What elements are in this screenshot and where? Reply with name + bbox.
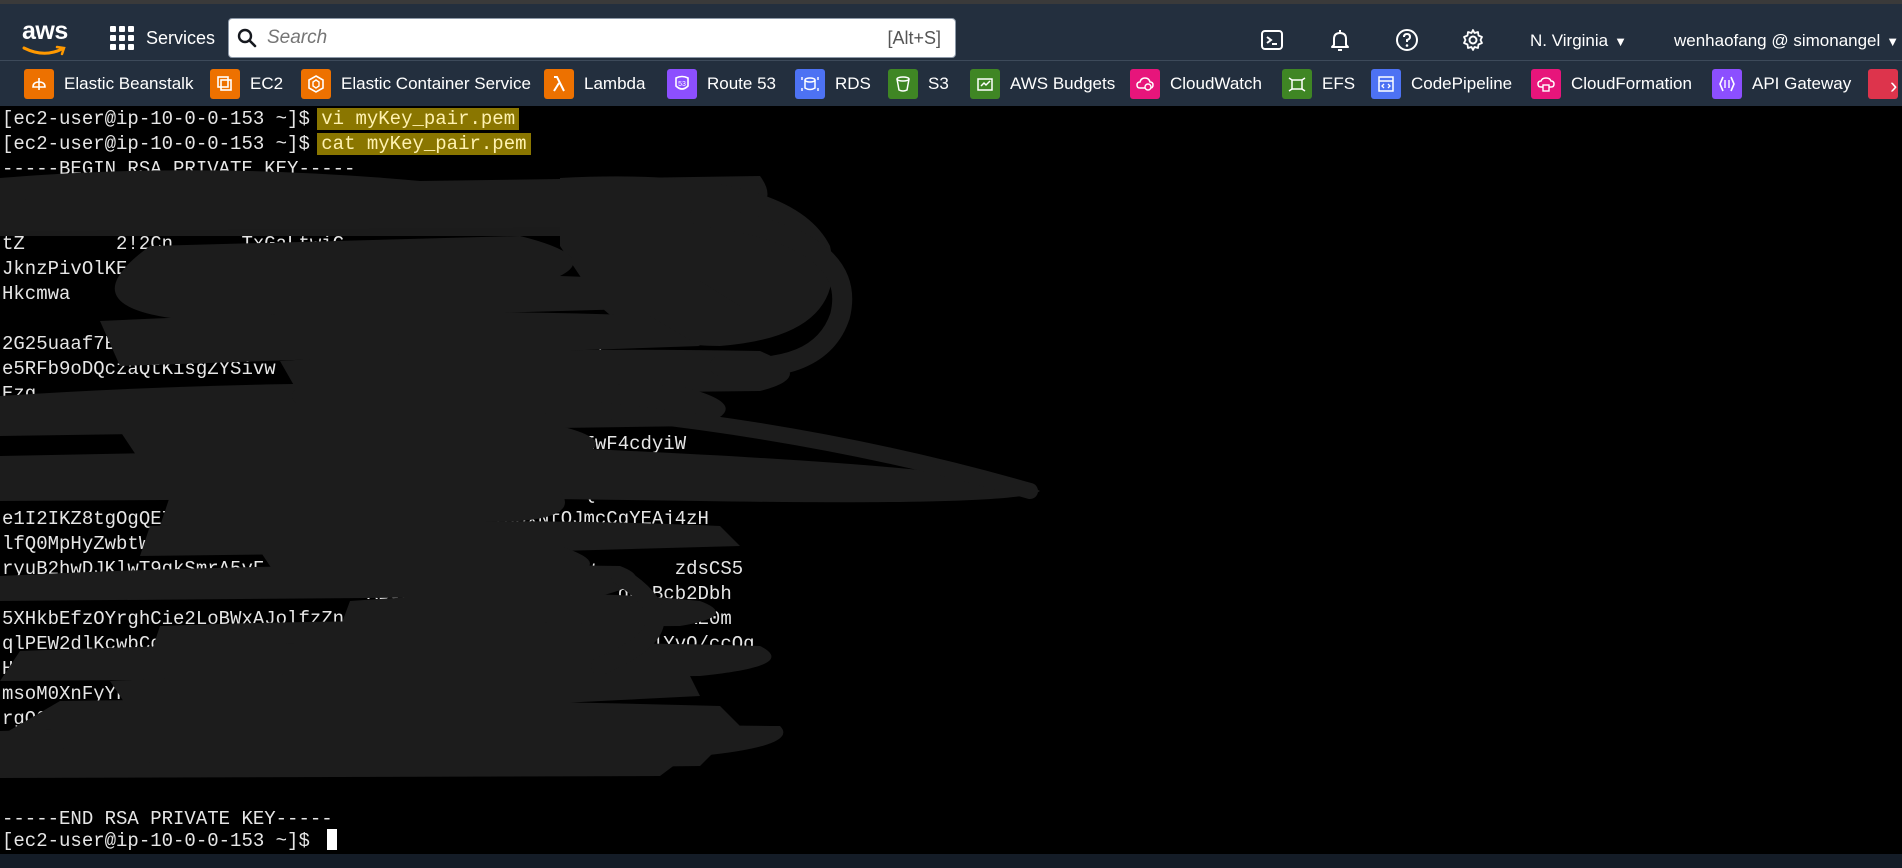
favorite-label: S3 — [928, 74, 949, 93]
terminal-line: K9VTg0 EwF4cdyiW — [2, 433, 687, 455]
bell-icon[interactable] — [1326, 26, 1354, 54]
efs-icon — [1282, 69, 1312, 99]
terminal-line: 94U — [2, 408, 675, 430]
terminal-line: I81cCxZ8bm — [2, 758, 117, 780]
terminal-line: H del+Ixu emHKfrCXe/zqvgjcPPEhj — [2, 658, 687, 680]
shell-prompt: [ec2-user@ip-10-0-0-153 ~]$ — [2, 830, 322, 852]
search-input[interactable] — [265, 26, 888, 50]
favorite-s3[interactable]: S3 — [888, 69, 949, 99]
favorite-elastic-beanstalk[interactable]: Elastic Beanstalk — [24, 69, 193, 99]
terminal-line: gF — [2, 308, 675, 330]
ecs-icon — [301, 69, 331, 99]
terminal-line: R /Tf/NIxLOrz9twFHQTvU4I — [2, 483, 652, 505]
cloudwatch-icon — [1130, 69, 1160, 99]
ec2-icon — [210, 69, 240, 99]
chevron-down-icon: ▼ — [1614, 34, 1627, 49]
services-menu-button[interactable]: Services — [110, 26, 215, 50]
terminal-line: [ec2-user@ip-10-0-0-153 ~]$ vi myKey_pai… — [2, 107, 520, 132]
highlighted-command: vi myKey_pair.pem — [317, 108, 520, 130]
terminal-line: rgQQdMQ8ODb7g98KeZAM pcg — [2, 708, 709, 730]
terminal-line: [ec2-user@ip-10-0-0-153 ~]$ cat myKey_pa… — [2, 132, 531, 157]
terminal-line: tZ 2!2Cn TxGaLtwiC — [2, 233, 345, 255]
rds-icon — [795, 69, 825, 99]
bottom-strip — [0, 854, 1902, 868]
favorite-api-gateway[interactable]: API Gateway — [1712, 69, 1851, 99]
terminal[interactable]: [ec2-user@ip-10-0-0-153 ~]$ vi myKey_pai… — [0, 106, 1902, 854]
favorite-lambda[interactable]: Lambda — [544, 69, 645, 99]
terminal-line: 5XHkbEfzOYrghCie2LoBWxAJolfzZnd mSw0q6Yn… — [2, 608, 732, 630]
favorite-rds[interactable]: RDS — [795, 69, 871, 99]
favorite-label: API Gateway — [1752, 74, 1852, 93]
budgets-icon — [970, 69, 1000, 99]
text-cursor — [327, 829, 338, 850]
favorite-label: RDS — [835, 74, 871, 93]
favorite-aws-budgets[interactable]: AWS Budgets — [970, 69, 1115, 99]
elastic-beanstalk-icon — [24, 69, 54, 99]
favorite-label: AWS Budgets — [1010, 74, 1116, 93]
favorite-cloudformation[interactable]: CloudFormation — [1531, 69, 1692, 99]
region-selector[interactable]: N. Virginia ▼ — [1530, 31, 1627, 51]
favorite-label: EC2 — [250, 74, 284, 93]
account-menu[interactable]: wenhaofang @ simonangel ▼ — [1674, 31, 1899, 51]
search-shortcut-hint: [Alt+S] — [887, 27, 941, 48]
favorite-label: Lambda — [584, 74, 646, 93]
terminal-line: msoM0XnFyYFcnpwNvr9Xq B36ZUG llNxI6Gt5W9… — [2, 683, 584, 705]
favorite-elastic-container-service[interactable]: Elastic Container Service — [301, 69, 531, 99]
search-box[interactable]: [Alt+S] — [228, 18, 956, 58]
svg-text:53: 53 — [678, 81, 686, 88]
terminal-line: [ec2-user@ip-10-0-0-153 ~]$ — [2, 829, 338, 854]
favorite-label: Route 53 — [707, 74, 776, 93]
favorite-label: Elastic Beanstalk — [64, 74, 194, 93]
favorites-bar: Elastic Beanstalk EC2 Elastic Container … — [0, 60, 1902, 106]
terminal-line: Hkcmwa LVA — [2, 283, 675, 305]
favorite-label: CloudFormation — [1571, 74, 1692, 93]
search-icon — [229, 28, 265, 48]
favorite-efs[interactable]: EFS — [1282, 69, 1355, 99]
favorite-label: EFS — [1322, 74, 1356, 93]
favorite-ec2[interactable]: EC2 — [210, 69, 283, 99]
favorite-route-53[interactable]: 53 Route 53 — [667, 69, 776, 99]
aws-logo[interactable]: aws — [22, 18, 70, 56]
terminal-line: e1I2IKZ8tgOgQE7cMwc l55xNfOJmcCgYEAj4zH — [2, 508, 709, 530]
terminal-line: e5RFb9oDQczaQtKisgZYSivw — [2, 358, 276, 380]
terminal-line: J zVwyXzTXS7Ox — [2, 733, 721, 755]
s3-bucket-icon — [888, 69, 918, 99]
shell-prompt: [ec2-user@ip-10-0-0-153 ~]$ — [2, 133, 322, 155]
favorite-label: Elastic Container Service — [341, 74, 531, 93]
route53-icon: 53 — [667, 69, 697, 99]
aws-logo-text: aws — [22, 17, 68, 45]
terminal-line: -----BEGIN RSA PRIVATE KEY----- — [2, 158, 356, 180]
shell-prompt: [ec2-user@ip-10-0-0-153 ~]$ — [2, 108, 322, 130]
help-icon[interactable] — [1393, 26, 1421, 54]
lambda-icon — [544, 69, 574, 99]
terminal-line: JknzPivOlKE lNVvX8pm7vNrDX A — [2, 258, 675, 280]
favorite-cloudwatch[interactable]: CloudWatch — [1130, 69, 1262, 99]
settings-gear-icon[interactable] — [1459, 26, 1487, 54]
codepipeline-icon — [1371, 69, 1401, 99]
terminal-line: lfQ0MpHyZwbtWX — [2, 533, 162, 555]
region-label: N. Virginia — [1530, 31, 1609, 50]
account-label: wenhaofang @ simonangel — [1674, 31, 1881, 50]
cloudshell-icon[interactable] — [1258, 26, 1286, 54]
aws-smile-icon — [22, 45, 66, 56]
favorite-label: CloudWatch — [1170, 74, 1262, 93]
services-label: Services — [146, 27, 216, 48]
chevron-down-icon: ▼ — [1886, 34, 1900, 49]
terminal-line: ryuB2hwDJKlwT9qkSmrA5vF ghUABvXNw zdsCS5 — [2, 558, 744, 580]
cloudformation-icon — [1531, 69, 1561, 99]
chevron-right-icon[interactable]: › — [1890, 73, 1897, 99]
terminal-line: qlPEW2dlKcwbCqoxc3U+vr6vIGt7B34 GJ1VWbX4… — [2, 633, 755, 655]
terminal-line: nb — [2, 208, 25, 230]
highlighted-command: cat myKey_pair.pem — [317, 133, 531, 155]
favorite-codepipeline[interactable]: CodePipeline — [1371, 69, 1512, 99]
favorite-label: CodePipeline — [1411, 74, 1513, 93]
terminal-line: Ezg — [2, 383, 37, 405]
terminal-line: XBJx/KMsCgYEAxQ7ufc gKbBcb2Dbh — [2, 583, 732, 605]
grid-icon — [110, 26, 134, 50]
api-gateway-icon — [1712, 69, 1742, 99]
terminal-line: 2G25uaaf7BcCmJPD4W34to P8 cy — [2, 333, 607, 355]
